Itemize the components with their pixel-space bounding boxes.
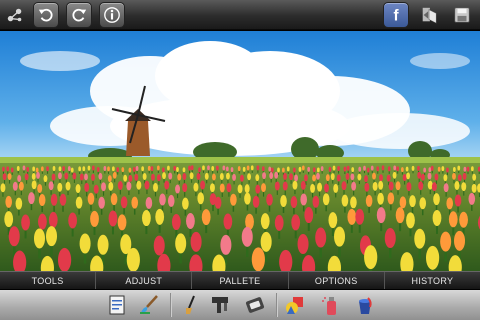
eraser-icon: [245, 297, 265, 313]
photo-canvas[interactable]: [0, 31, 480, 271]
info-button[interactable]: [99, 2, 125, 28]
menu-tabs: TOOLS ADJUST PALLETE OPTIONS HISTORY: [0, 271, 480, 290]
tab-adjust[interactable]: ADJUST: [96, 272, 193, 289]
tab-pallete[interactable]: PALLETE: [192, 272, 289, 289]
info-icon: [104, 7, 120, 23]
share-icon: [7, 8, 22, 22]
paint-bucket-button[interactable]: [352, 292, 378, 318]
redo-button[interactable]: [66, 2, 92, 28]
stamp-icon: [212, 297, 228, 313]
facebook-button[interactable]: f: [383, 2, 409, 28]
save-button[interactable]: [449, 2, 475, 28]
tray-separator: [276, 293, 278, 317]
brush-button[interactable]: [176, 292, 202, 318]
tool-tray: [0, 290, 480, 320]
tray-separator: [170, 293, 172, 317]
tab-history[interactable]: HISTORY: [385, 272, 480, 289]
undo-icon: [38, 8, 53, 22]
crop-icon: [422, 7, 437, 24]
tab-tools[interactable]: TOOLS: [0, 272, 97, 289]
grass-strip: [0, 157, 480, 163]
undo-button[interactable]: [33, 2, 59, 28]
paint-brush-icon: [140, 295, 158, 314]
document-icon: [109, 295, 125, 315]
shapes-button[interactable]: [282, 292, 308, 318]
facebook-glyph: f: [393, 7, 399, 24]
crop-button[interactable]: [416, 2, 442, 28]
eraser-button[interactable]: [242, 292, 268, 318]
top-toolbar: f: [0, 0, 480, 30]
share-button[interactable]: [2, 2, 28, 28]
document-button[interactable]: [104, 292, 130, 318]
brush-icon: [186, 295, 195, 314]
stamp-button[interactable]: [208, 292, 234, 318]
tab-options[interactable]: OPTIONS: [289, 272, 385, 289]
spray-can-icon: [322, 297, 336, 315]
spray-can-button[interactable]: [318, 292, 344, 318]
facebook-icon: f: [393, 7, 399, 24]
redo-icon: [72, 8, 87, 22]
shapes-icon: [286, 297, 303, 314]
paint-bucket-icon: [359, 297, 372, 314]
save-icon: [454, 7, 470, 23]
tulip-field-image: [0, 31, 480, 271]
paint-brush-button[interactable]: [136, 292, 162, 318]
